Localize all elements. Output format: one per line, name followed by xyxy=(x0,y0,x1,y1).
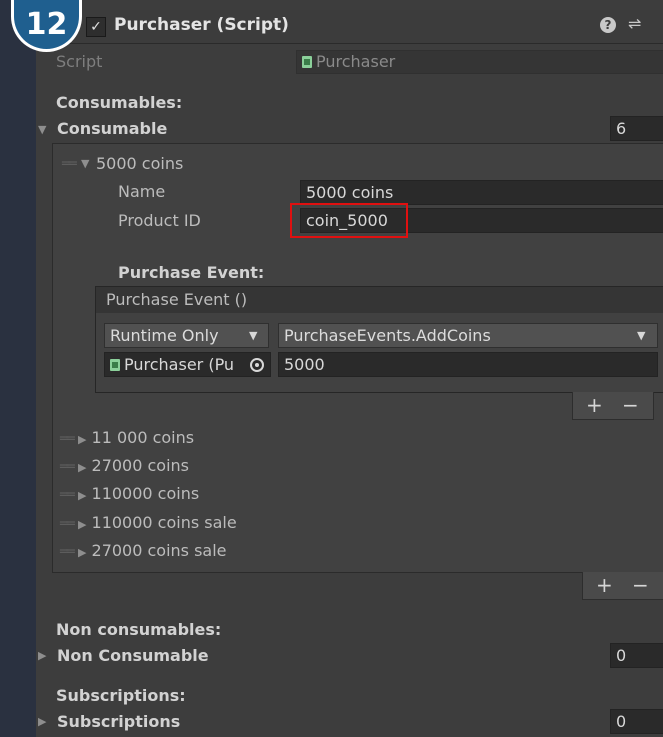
consumable-list-label[interactable]: Consumable xyxy=(57,119,167,138)
expanded-item-title[interactable]: 5000 coins xyxy=(96,154,183,173)
help-icon[interactable]: ? xyxy=(600,17,616,33)
object-picker-icon[interactable] xyxy=(250,358,264,372)
script-label: Script xyxy=(56,52,103,71)
list-item-label: 110000 coins xyxy=(91,484,200,503)
consumable-foldout-arrow-icon[interactable]: ▼ xyxy=(38,123,46,136)
event-remove-button[interactable]: − xyxy=(622,393,639,417)
list-item-label: 27000 coins xyxy=(91,456,190,475)
list-remove-button[interactable]: − xyxy=(632,573,649,597)
function-dropdown-value: PurchaseEvents.AddCoins xyxy=(284,326,491,345)
drag-handle-icon[interactable]: ══ xyxy=(62,156,77,172)
target-object-value: Purchaser (Pu xyxy=(124,355,235,374)
non-consumables-section-label: Non consumables: xyxy=(56,620,222,639)
editor-left-strip xyxy=(0,0,36,737)
drag-handle-icon[interactable]: ══ xyxy=(60,459,75,475)
event-add-button[interactable]: + xyxy=(586,393,603,417)
item-foldout-arrow-icon[interactable]: ▶ xyxy=(78,461,86,474)
component-enabled-checkbox[interactable]: ✓ xyxy=(86,17,106,37)
item-foldout-arrow-icon[interactable]: ▼ xyxy=(81,157,89,170)
argument-field[interactable]: 5000 xyxy=(278,352,658,377)
script-file-icon xyxy=(302,56,312,68)
item-foldout-arrow-icon[interactable]: ▶ xyxy=(78,433,86,446)
function-dropdown-arrow-icon: ▼ xyxy=(637,329,646,342)
item-foldout-arrow-icon[interactable]: ▶ xyxy=(78,546,86,559)
item-foldout-arrow-icon[interactable]: ▶ xyxy=(78,518,86,531)
runtime-dropdown-arrow-icon: ▼ xyxy=(249,329,258,342)
event-header-label: Purchase Event () xyxy=(106,290,248,309)
runtime-dropdown-value: Runtime Only xyxy=(110,326,219,345)
purchase-event-label: Purchase Event: xyxy=(118,263,265,282)
script-object-icon xyxy=(110,359,120,371)
list-item-label: 11 000 coins xyxy=(91,428,195,447)
event-add-remove-footer xyxy=(572,392,654,420)
component-title: Purchaser (Script) xyxy=(114,15,289,35)
product-id-label: Product ID xyxy=(118,211,201,230)
function-dropdown[interactable]: PurchaseEvents.AddCoins xyxy=(278,323,658,348)
drag-handle-icon[interactable]: ══ xyxy=(60,544,75,560)
non-consumable-foldout-arrow-icon[interactable]: ▶ xyxy=(38,649,46,662)
highlight-box xyxy=(290,203,408,238)
subscriptions-section-label: Subscriptions: xyxy=(56,686,186,705)
list-item[interactable]: ══ ▶ 27000 coins xyxy=(60,456,360,475)
script-field[interactable]: Purchaser xyxy=(296,50,663,74)
list-item[interactable]: ══ ▶ 11 000 coins xyxy=(60,428,360,447)
name-label: Name xyxy=(118,182,166,201)
consumable-count-field[interactable]: 6 xyxy=(610,116,663,141)
subscriptions-foldout-arrow-icon[interactable]: ▶ xyxy=(38,715,46,728)
list-add-button[interactable]: + xyxy=(596,573,613,597)
item-foldout-arrow-icon[interactable]: ▶ xyxy=(78,489,86,502)
consumables-section-label: Consumables: xyxy=(56,93,183,112)
non-consumable-list-label[interactable]: Non Consumable xyxy=(57,646,209,665)
list-add-remove-footer xyxy=(582,572,663,600)
list-item-label: 110000 coins sale xyxy=(91,513,237,532)
presets-icon[interactable]: ⇌ xyxy=(628,14,641,33)
list-item-label: 27000 coins sale xyxy=(91,541,227,560)
drag-handle-icon[interactable]: ══ xyxy=(60,431,75,447)
name-field[interactable]: 5000 coins xyxy=(300,180,663,205)
subscriptions-count-field[interactable]: 0 xyxy=(610,709,663,734)
drag-handle-icon[interactable]: ══ xyxy=(60,487,75,503)
list-item[interactable]: ══ ▶ 27000 coins sale xyxy=(60,541,360,560)
non-consumable-count-field[interactable]: 0 xyxy=(610,643,663,668)
runtime-dropdown[interactable]: Runtime Only xyxy=(104,323,269,348)
list-item[interactable]: ══ ▶ 110000 coins sale xyxy=(60,513,360,532)
subscriptions-list-label[interactable]: Subscriptions xyxy=(57,712,180,731)
script-field-value: Purchaser xyxy=(316,52,396,71)
drag-handle-icon[interactable]: ══ xyxy=(60,516,75,532)
list-item[interactable]: ══ ▶ 110000 coins xyxy=(60,484,360,503)
